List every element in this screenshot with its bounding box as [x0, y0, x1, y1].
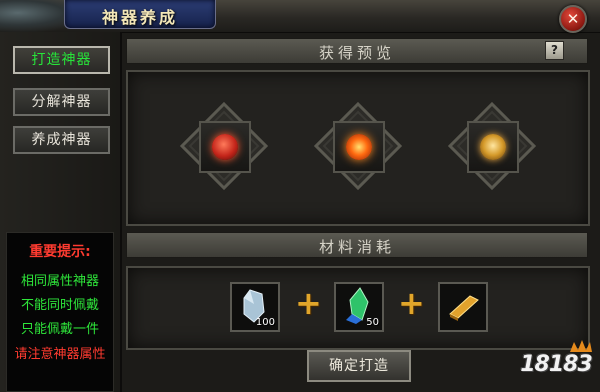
gold-bar-icon: [449, 295, 479, 321]
tip-line: 相同属性神器: [20, 274, 99, 289]
material-count: 50: [366, 317, 379, 328]
preview-header: 获得预览: [126, 38, 588, 64]
preview-item-slot[interactable]: [467, 121, 519, 173]
artifact-window: 神器养成 ✕ 打造神器 分解神器 养成神器 重要提示: 相同属性神器 不能同时佩…: [0, 0, 600, 392]
materials-title: 材料消耗: [318, 238, 395, 256]
watermark-logo: 18183: [516, 340, 596, 386]
watermark-text: 18183: [520, 352, 593, 377]
close-button[interactable]: ✕: [559, 5, 587, 33]
tips-box: 重要提示: 相同属性神器 不能同时佩戴 只能佩戴一件 请注意神器属性: [6, 232, 114, 392]
plus-icon: +: [295, 284, 322, 322]
material-slot[interactable]: 50: [334, 282, 384, 332]
tip-line: 不能同时佩戴: [20, 298, 99, 313]
tip-line: 只能佩戴一件: [20, 322, 99, 337]
tab-cultivate-artifact[interactable]: 养成神器: [13, 126, 110, 154]
material-count: 100: [255, 317, 275, 328]
fire-flower-gem-icon: [346, 134, 372, 160]
material-slot[interactable]: [438, 282, 488, 332]
preview-panel: [126, 70, 590, 226]
preview-item-slot[interactable]: [199, 121, 251, 173]
confirm-forge-button[interactable]: 确定打造: [307, 350, 411, 382]
title-bar: 神器养成 ✕: [0, 0, 600, 33]
materials-panel: 100 + 50 +: [126, 266, 590, 350]
material-slot[interactable]: 100: [230, 282, 280, 332]
plus-icon: +: [398, 284, 425, 322]
preview-slot: [180, 102, 268, 190]
preview-slot: [314, 102, 402, 190]
tab-forge-artifact[interactable]: 打造神器: [13, 46, 110, 74]
left-panel: 打造神器 分解神器 养成神器 重要提示: 相同属性神器 不能同时佩戴 只能佩戴一…: [0, 32, 122, 392]
tips-heading: 重要提示:: [29, 244, 91, 260]
help-button[interactable]: ?: [545, 41, 564, 60]
window-title: 神器养成: [101, 8, 178, 27]
preview-item-slot[interactable]: [333, 121, 385, 173]
title-plate: 神器养成: [64, 0, 216, 29]
tip-warning: 请注意神器属性: [14, 347, 106, 362]
preview-slot: [448, 102, 536, 190]
red-feather-gem-icon: [212, 134, 238, 160]
preview-title: 获得预览: [318, 44, 395, 62]
golden-treasure-gem-icon: [480, 134, 506, 160]
materials-header: 材料消耗: [126, 232, 588, 258]
close-icon: ✕: [566, 10, 580, 28]
tab-decompose-artifact[interactable]: 分解神器: [13, 88, 110, 116]
